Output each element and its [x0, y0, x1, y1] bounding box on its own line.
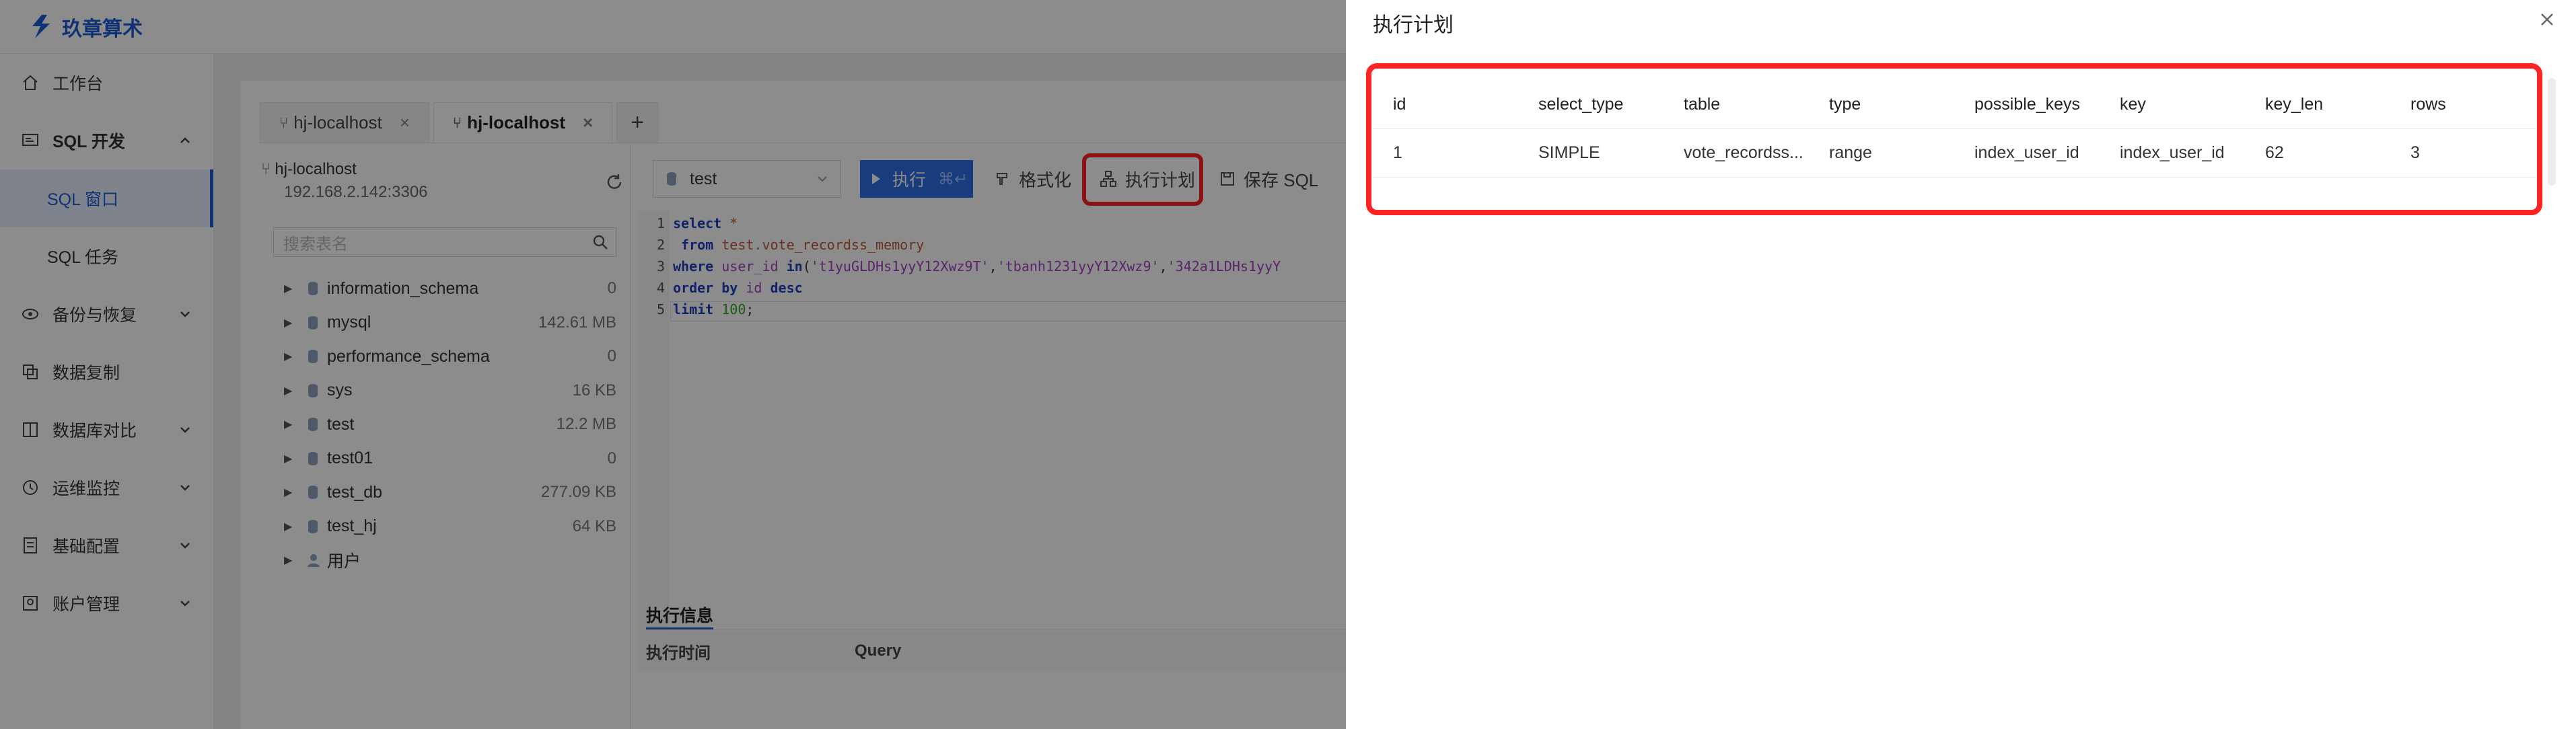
highlight-box-result [1366, 63, 2542, 215]
drawer-title: 执行计划 [1373, 14, 1454, 36]
modal-mask[interactable] [0, 0, 1346, 729]
app-root: 玖章算术 工作台 SQL 开发 SQL 窗口 SQL 任务 备份与恢复 数据复制… [0, 0, 2576, 729]
close-icon[interactable] [2537, 9, 2557, 30]
vertical-scrollbar[interactable] [2548, 78, 2556, 186]
